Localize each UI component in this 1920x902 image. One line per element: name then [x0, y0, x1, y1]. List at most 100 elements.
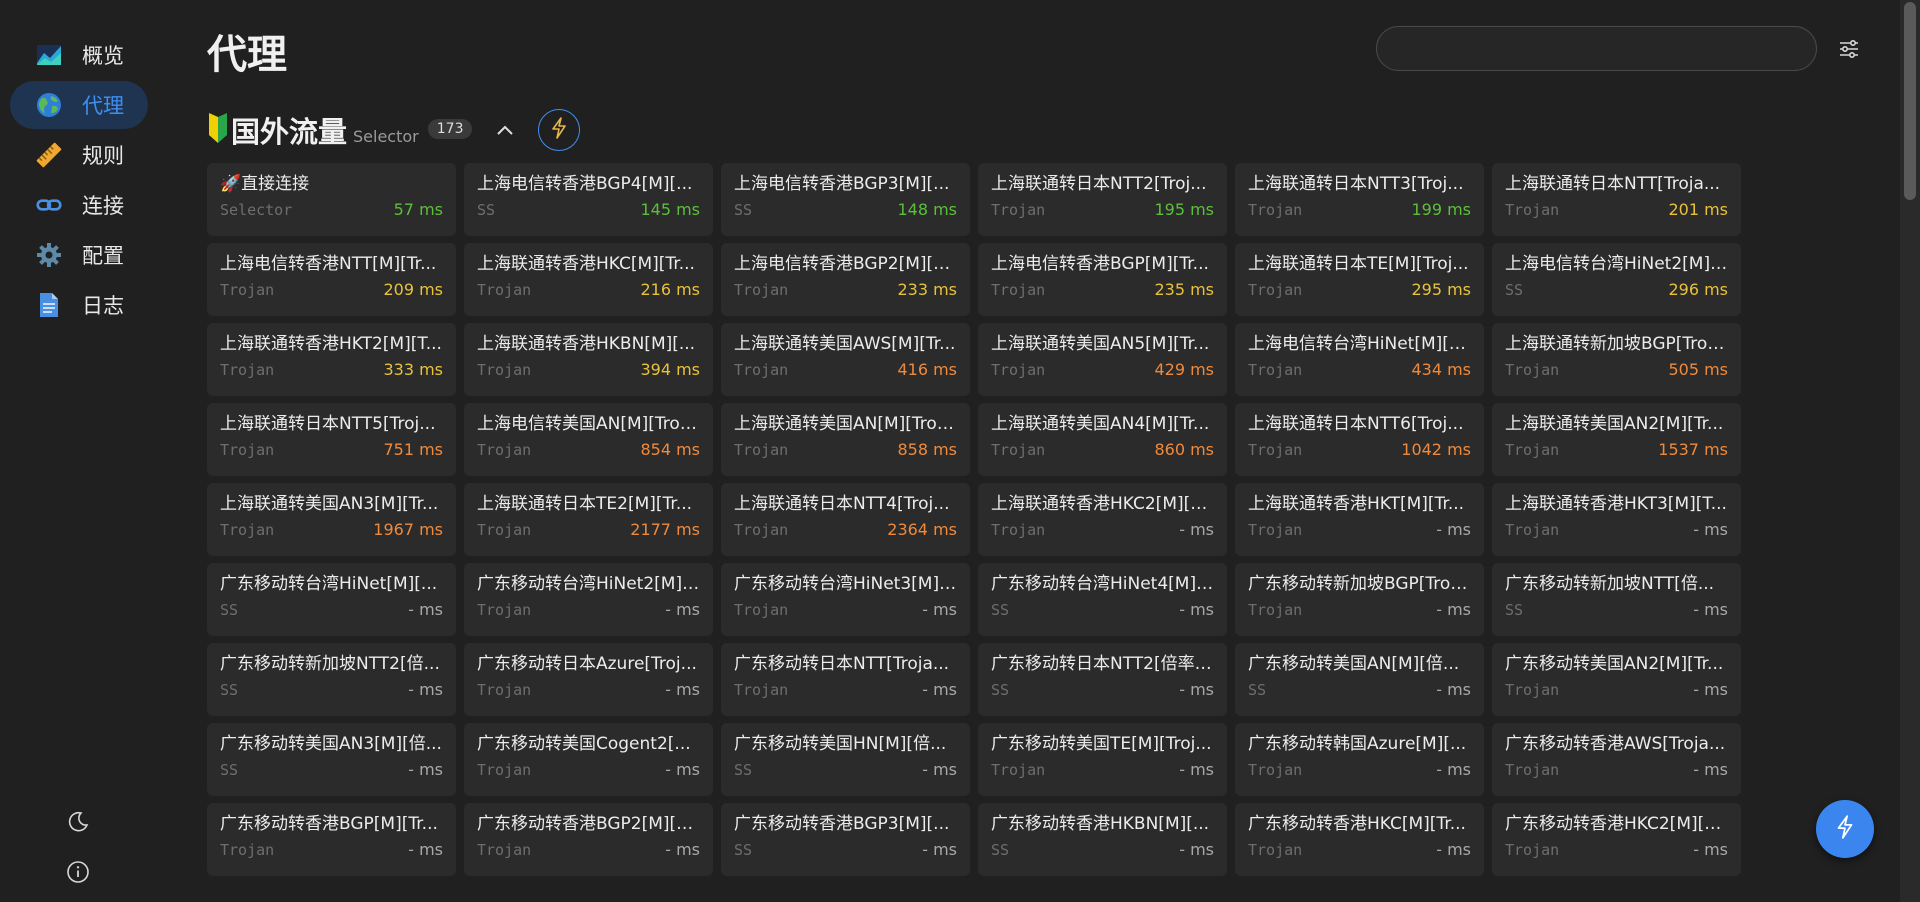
proxy-card[interactable]: 广东移动转新加坡NTT2[倍... SS - ms [207, 643, 456, 716]
proxy-card[interactable]: 上海联通转香港HKT3[M][T... Trojan - ms [1492, 483, 1741, 556]
nav-item-logs[interactable]: 日志 [10, 281, 148, 329]
proxy-name: 广东移动转台湾HiNet3[M][... [734, 574, 957, 594]
proxy-card[interactable]: 广东移动转日本Azure[Troj... Trojan - ms [464, 643, 713, 716]
page-title: 代理 [207, 32, 287, 78]
proxy-latency: 416 ms [897, 360, 957, 379]
proxy-type: Trojan [1505, 840, 1560, 859]
search-input[interactable] [1376, 26, 1817, 71]
proxy-card[interactable]: 广东移动转日本NTT[Troja... Trojan - ms [721, 643, 970, 716]
proxy-card[interactable]: 上海联通转日本NTT[Troja... Trojan 201 ms [1492, 163, 1741, 236]
proxy-card[interactable]: 广东移动转香港BGP[M][Tr... Trojan - ms [207, 803, 456, 876]
proxy-type: SS [734, 840, 753, 859]
proxy-card[interactable]: 上海联通转美国AN[M][Troj... Trojan 858 ms [721, 403, 970, 476]
proxy-card[interactable]: 上海电信转香港NTT[M][Tr... Trojan 209 ms [207, 243, 456, 316]
proxy-card[interactable]: 广东移动转美国AN3[M][倍... SS - ms [207, 723, 456, 796]
proxy-card[interactable]: 上海联通转香港HKT2[M][T... Trojan 333 ms [207, 323, 456, 396]
proxy-card-footer: SS 148 ms [734, 200, 957, 219]
proxy-type: Trojan [991, 440, 1046, 459]
proxy-latency: 858 ms [897, 440, 957, 459]
proxy-type: Trojan [991, 520, 1046, 539]
scrollbar-thumb[interactable] [1904, 2, 1916, 200]
proxy-type: Trojan [220, 440, 275, 459]
test-all-latency-button[interactable] [1816, 800, 1874, 858]
proxy-card[interactable]: 广东移动转美国AN2[M][Tr... Trojan - ms [1492, 643, 1741, 716]
proxy-latency: 57 ms [393, 200, 443, 219]
proxy-card-footer: Trojan - ms [1505, 840, 1728, 859]
proxy-card[interactable]: 上海联通转日本NTT4[Troj... Trojan 2364 ms [721, 483, 970, 556]
proxy-card[interactable]: 上海电信转香港BGP[M][Tr... Trojan 235 ms [978, 243, 1227, 316]
proxy-type: SS [1505, 600, 1524, 619]
proxy-card-footer: SS - ms [734, 840, 957, 859]
proxy-card[interactable]: 上海电信转台湾HiNet[M][T... Trojan 434 ms [1235, 323, 1484, 396]
nav-item-overview[interactable]: 概览 [10, 31, 148, 79]
document-icon [36, 292, 62, 318]
proxy-card[interactable]: 广东移动转香港BGP3[M][... SS - ms [721, 803, 970, 876]
proxy-card[interactable]: 🚀直接连接 Selector 57 ms [207, 163, 456, 236]
proxy-card[interactable]: 上海联通转日本NTT5[Troj... Trojan 751 ms [207, 403, 456, 476]
proxy-card[interactable]: 广东移动转美国AN[M][倍... SS - ms [1235, 643, 1484, 716]
proxy-name: 广东移动转美国Cogent2[... [477, 734, 691, 754]
proxy-card-footer: Trojan 201 ms [1505, 200, 1728, 219]
proxy-latency: - ms [1693, 600, 1728, 619]
proxy-card[interactable]: 上海联通转美国AN5[M][Tr... Trojan 429 ms [978, 323, 1227, 396]
proxy-card[interactable]: 广东移动转台湾HiNet4[M][... SS - ms [978, 563, 1227, 636]
nav-item-proxy[interactable]: 代理 [10, 81, 148, 129]
proxy-card[interactable]: 广东移动转香港HKC2[M][T... Trojan - ms [1492, 803, 1741, 876]
proxy-card[interactable]: 上海联通转香港HKC[M][Tr... Trojan 216 ms [464, 243, 713, 316]
proxy-card[interactable]: 上海联通转日本NTT2[Troj... Trojan 195 ms [978, 163, 1227, 236]
proxy-card[interactable]: 广东移动转新加坡BGP[Troj... Trojan - ms [1235, 563, 1484, 636]
moon-icon[interactable] [62, 806, 94, 838]
proxy-latency: 148 ms [897, 200, 957, 219]
proxy-card[interactable]: 广东移动转香港BGP2[M][T... Trojan - ms [464, 803, 713, 876]
proxy-card[interactable]: 广东移动转韩国Azure[M][... Trojan - ms [1235, 723, 1484, 796]
proxy-card[interactable]: 上海联通转美国AN4[M][Tr... Trojan 860 ms [978, 403, 1227, 476]
proxy-card[interactable]: 上海电信转香港BGP4[M][... SS 145 ms [464, 163, 713, 236]
proxy-card[interactable]: 上海联通转美国AN3[M][Tr... Trojan 1967 ms [207, 483, 456, 556]
proxy-card[interactable]: 广东移动转美国TE[M][Troj... Trojan - ms [978, 723, 1227, 796]
proxy-card[interactable]: 上海电信转美国AN[M][Troj... Trojan 854 ms [464, 403, 713, 476]
proxy-card[interactable]: 上海联通转香港HKBN[M][... Trojan 394 ms [464, 323, 713, 396]
proxy-name: 上海联通转日本NTT5[Troj... [220, 414, 436, 434]
proxy-card[interactable]: 广东移动转台湾HiNet3[M][... Trojan - ms [721, 563, 970, 636]
nav-item-rules[interactable]: 规则 [10, 131, 148, 179]
latency-test-button[interactable] [538, 109, 581, 151]
proxy-latency: - ms [1693, 680, 1728, 699]
proxy-card[interactable]: 上海联通转美国AN2[M][Tr... Trojan 1537 ms [1492, 403, 1741, 476]
info-icon[interactable] [62, 856, 94, 888]
proxy-latency: - ms [922, 600, 957, 619]
chevron-up-icon[interactable] [492, 117, 518, 143]
proxy-card[interactable]: 广东移动转美国Cogent2[... Trojan - ms [464, 723, 713, 796]
proxy-card[interactable]: 上海电信转香港BGP3[M][... SS 148 ms [721, 163, 970, 236]
proxy-card-footer: Trojan 434 ms [1248, 360, 1471, 379]
proxy-type: Trojan [477, 680, 532, 699]
proxy-card[interactable]: 广东移动转台湾HiNet[M][... SS - ms [207, 563, 456, 636]
proxy-card[interactable]: 上海联通转日本NTT6[Troj... Trojan 1042 ms [1235, 403, 1484, 476]
proxy-card[interactable]: 上海联通转美国AWS[M][Tr... Trojan 416 ms [721, 323, 970, 396]
proxy-card[interactable]: 上海电信转台湾HiNet2[M][... SS 296 ms [1492, 243, 1741, 316]
proxy-card[interactable]: 上海联通转香港HKC2[M][T... Trojan - ms [978, 483, 1227, 556]
proxy-card[interactable]: 广东移动转日本NTT2[倍率:... SS - ms [978, 643, 1227, 716]
nav-item-config[interactable]: 配置 [10, 231, 148, 279]
proxy-card[interactable]: 广东移动转新加坡NTT[倍... SS - ms [1492, 563, 1741, 636]
vertical-scrollbar[interactable] [1900, 0, 1920, 902]
proxy-card[interactable]: 广东移动转香港AWS[Troja... Trojan - ms [1492, 723, 1741, 796]
proxy-card[interactable]: 广东移动转美国HN[M][倍... SS - ms [721, 723, 970, 796]
settings-sliders-icon[interactable] [1835, 35, 1863, 63]
proxy-card[interactable]: 上海联通转日本TE2[M][Tr... Trojan 2177 ms [464, 483, 713, 556]
proxy-name: 上海联通转日本NTT3[Troj... [1248, 174, 1464, 194]
nav-item-connections[interactable]: 连接 [10, 181, 148, 229]
proxy-card[interactable]: 上海联通转日本TE[M][Troj... Trojan 295 ms [1235, 243, 1484, 316]
proxy-card[interactable]: 上海联通转日本NTT3[Troj... Trojan 199 ms [1235, 163, 1484, 236]
proxy-card[interactable]: 广东移动转香港HKC[M][Tr... Trojan - ms [1235, 803, 1484, 876]
nav-label: 代理 [82, 94, 124, 118]
proxy-card[interactable]: 上海电信转香港BGP2[M][T... Trojan 233 ms [721, 243, 970, 316]
proxy-name: 广东移动转香港HKBN[M][... [991, 814, 1210, 834]
proxy-card[interactable]: 广东移动转台湾HiNet2[M][... Trojan - ms [464, 563, 713, 636]
proxy-latency: - ms [665, 600, 700, 619]
proxy-card[interactable]: 上海联通转新加坡BGP[Troj... Trojan 505 ms [1492, 323, 1741, 396]
proxy-card[interactable]: 广东移动转香港HKBN[M][... SS - ms [978, 803, 1227, 876]
proxy-card[interactable]: 上海联通转香港HKT[M][Tr... Trojan - ms [1235, 483, 1484, 556]
proxy-type: Trojan [1505, 520, 1560, 539]
proxy-latency: 195 ms [1154, 200, 1214, 219]
proxy-latency: 429 ms [1154, 360, 1214, 379]
